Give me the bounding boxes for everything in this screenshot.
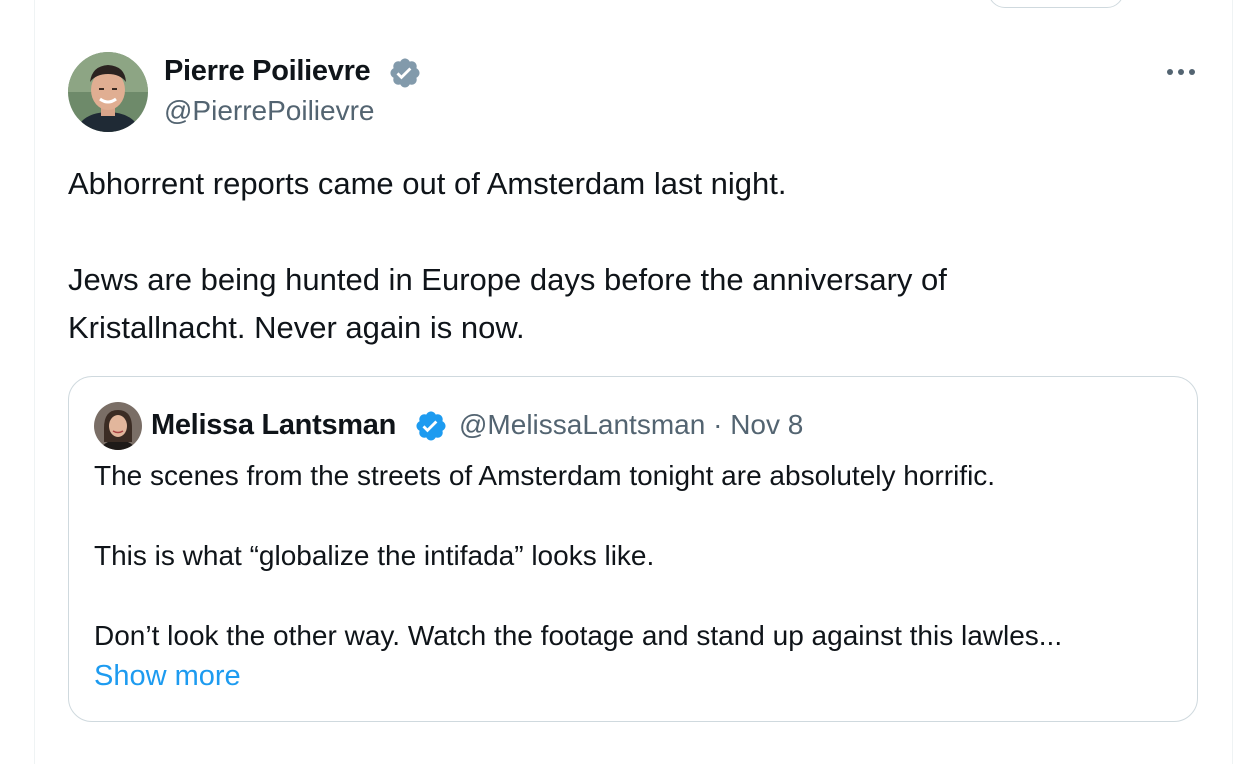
tweet-text-line: Kristallnacht. Never again is now. bbox=[68, 310, 525, 345]
column-divider-right bbox=[1232, 0, 1233, 764]
author-name[interactable]: Pierre Poilievre bbox=[164, 54, 371, 88]
quoted-text-line: This is what “globalize the intifada” lo… bbox=[94, 540, 655, 571]
more-horizontal-icon[interactable] bbox=[1160, 56, 1202, 88]
tweet-view: Pierre Poilievre @PierrePoilievre Abhorr… bbox=[0, 0, 1256, 764]
column-divider-left bbox=[34, 0, 35, 764]
quoted-text-line: Don’t look the other way. Watch the foot… bbox=[94, 620, 1063, 651]
verified-badge-icon bbox=[414, 409, 448, 443]
follow-button[interactable] bbox=[988, 0, 1124, 8]
quoted-author-handle[interactable]: @MelissaLantsman bbox=[459, 409, 705, 440]
author-handle[interactable]: @PierrePoilievre bbox=[164, 94, 375, 128]
quoted-text-line: The scenes from the streets of Amsterdam… bbox=[94, 460, 996, 491]
verified-badge-icon bbox=[388, 56, 422, 90]
quoted-tweet-date[interactable]: Nov 8 bbox=[730, 409, 803, 440]
tweet-text-line: Jews are being hunted in Europe days bef… bbox=[68, 262, 947, 297]
quoted-author-name[interactable]: Melissa Lantsman bbox=[151, 408, 396, 442]
author-avatar[interactable] bbox=[68, 52, 148, 132]
meta-separator: · bbox=[713, 409, 723, 440]
quoted-tweet-meta: @MelissaLantsman · Nov 8 bbox=[459, 408, 803, 442]
tweet-text-line: Abhorrent reports came out of Amsterdam … bbox=[68, 166, 787, 201]
show-more-link[interactable]: Show more bbox=[94, 656, 241, 696]
quoted-author-avatar[interactable] bbox=[94, 402, 142, 450]
